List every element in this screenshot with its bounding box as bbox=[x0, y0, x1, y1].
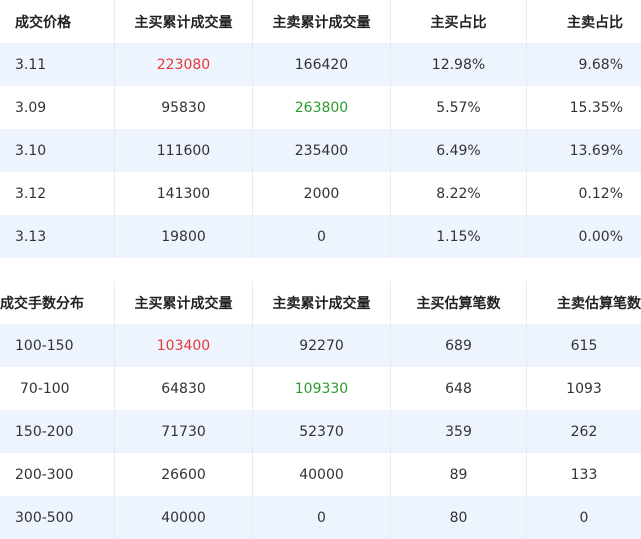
cell-buy-volume: 19800 bbox=[115, 215, 253, 258]
cell-sell-volume: 109330 bbox=[253, 367, 391, 410]
table-header-row: 成交手数分布 主买累计成交量 主卖累计成交量 主买估算笔数 主卖估算笔数 bbox=[0, 281, 641, 324]
cell-price: 3.11 bbox=[0, 43, 115, 86]
table-row: 150-200 71730 52370 359 262 bbox=[0, 410, 641, 453]
cell-buy-count: 89 bbox=[391, 453, 527, 496]
cell-buy-volume: 141300 bbox=[115, 172, 253, 215]
header-sell-volume: 主卖累计成交量 bbox=[253, 0, 391, 43]
cell-buy-ratio: 8.22% bbox=[391, 172, 527, 215]
table-header-row: 成交价格 主买累计成交量 主卖累计成交量 主买占比 主卖占比 bbox=[0, 0, 641, 43]
cell-buy-ratio: 5.57% bbox=[391, 86, 527, 129]
cell-lot-range: 150-200 bbox=[0, 410, 115, 453]
header-sell-volume: 主卖累计成交量 bbox=[253, 281, 391, 324]
table-row: 300-500 40000 0 80 0 bbox=[0, 496, 641, 539]
cell-buy-volume: 111600 bbox=[115, 129, 253, 172]
header-sell-count: 主卖估算笔数 bbox=[557, 295, 641, 312]
table-row: 3.10 111600 235400 6.49% 13.69% bbox=[0, 129, 641, 172]
table-row: 3.11 223080 166420 12.98% 9.68% bbox=[0, 43, 641, 86]
cell-price: 3.09 bbox=[0, 86, 115, 129]
lot-size-table: 成交手数分布 主买累计成交量 主卖累计成交量 主买估算笔数 主卖估算笔数 100… bbox=[0, 281, 641, 539]
cell-buy-volume: 40000 bbox=[115, 496, 253, 539]
cell-sell-ratio: 13.69% bbox=[569, 142, 623, 159]
cell-sell-ratio: 0.12% bbox=[578, 185, 623, 202]
cell-sell-volume: 40000 bbox=[253, 453, 391, 496]
header-buy-count: 主买估算笔数 bbox=[391, 281, 527, 324]
cell-price: 3.10 bbox=[0, 129, 115, 172]
cell-lot-range: 100-150 bbox=[0, 324, 115, 367]
cell-sell-volume: 0 bbox=[253, 215, 391, 258]
cell-sell-count: 615 bbox=[570, 337, 598, 354]
cell-lot-range: 70-100 bbox=[0, 367, 115, 410]
cell-sell-count: 133 bbox=[570, 466, 598, 483]
cell-sell-count: 1093 bbox=[566, 380, 602, 397]
cell-sell-ratio: 15.35% bbox=[569, 99, 623, 116]
cell-buy-volume: 223080 bbox=[115, 43, 253, 86]
cell-sell-volume: 92270 bbox=[253, 324, 391, 367]
cell-buy-ratio: 12.98% bbox=[391, 43, 527, 86]
header-lot-range: 成交手数分布 bbox=[0, 281, 115, 324]
cell-buy-volume: 64830 bbox=[115, 367, 253, 410]
table-spacer bbox=[0, 260, 641, 281]
cell-buy-volume: 71730 bbox=[115, 410, 253, 453]
header-buy-volume: 主买累计成交量 bbox=[115, 0, 253, 43]
cell-lot-range: 300-500 bbox=[0, 496, 115, 539]
cell-buy-count: 359 bbox=[391, 410, 527, 453]
header-buy-ratio: 主买占比 bbox=[391, 0, 527, 43]
table-row: 3.12 141300 2000 8.22% 0.12% bbox=[0, 172, 641, 215]
cell-buy-volume: 103400 bbox=[115, 324, 253, 367]
cell-buy-volume: 26600 bbox=[115, 453, 253, 496]
header-sell-ratio: 主卖占比 bbox=[567, 14, 623, 31]
cell-sell-volume: 52370 bbox=[253, 410, 391, 453]
cell-sell-volume: 2000 bbox=[253, 172, 391, 215]
table-row: 3.13 19800 0 1.15% 0.00% bbox=[0, 215, 641, 258]
cell-sell-volume: 235400 bbox=[253, 129, 391, 172]
table-row: 200-300 26600 40000 89 133 bbox=[0, 453, 641, 496]
cell-buy-count: 689 bbox=[391, 324, 527, 367]
table-row: 70-100 64830 109330 648 1093 bbox=[0, 367, 641, 410]
cell-sell-ratio: 0.00% bbox=[578, 228, 623, 245]
cell-lot-range: 200-300 bbox=[0, 453, 115, 496]
table-row: 100-150 103400 92270 689 615 bbox=[0, 324, 641, 367]
cell-sell-count: 262 bbox=[570, 423, 598, 440]
cell-buy-count: 80 bbox=[391, 496, 527, 539]
cell-price: 3.12 bbox=[0, 172, 115, 215]
table-row: 3.09 95830 263800 5.57% 15.35% bbox=[0, 86, 641, 129]
cell-buy-volume: 95830 bbox=[115, 86, 253, 129]
cell-buy-ratio: 1.15% bbox=[391, 215, 527, 258]
cell-sell-volume: 166420 bbox=[253, 43, 391, 86]
cell-sell-count: 0 bbox=[579, 509, 589, 526]
cell-sell-ratio: 9.68% bbox=[578, 56, 623, 73]
cell-buy-ratio: 6.49% bbox=[391, 129, 527, 172]
cell-price: 3.13 bbox=[0, 215, 115, 258]
header-buy-volume: 主买累计成交量 bbox=[115, 281, 253, 324]
cell-sell-volume: 263800 bbox=[253, 86, 391, 129]
header-price: 成交价格 bbox=[0, 0, 115, 43]
price-volume-table: 成交价格 主买累计成交量 主卖累计成交量 主买占比 主卖占比 3.11 2230… bbox=[0, 0, 641, 258]
cell-buy-count: 648 bbox=[391, 367, 527, 410]
cell-sell-volume: 0 bbox=[253, 496, 391, 539]
